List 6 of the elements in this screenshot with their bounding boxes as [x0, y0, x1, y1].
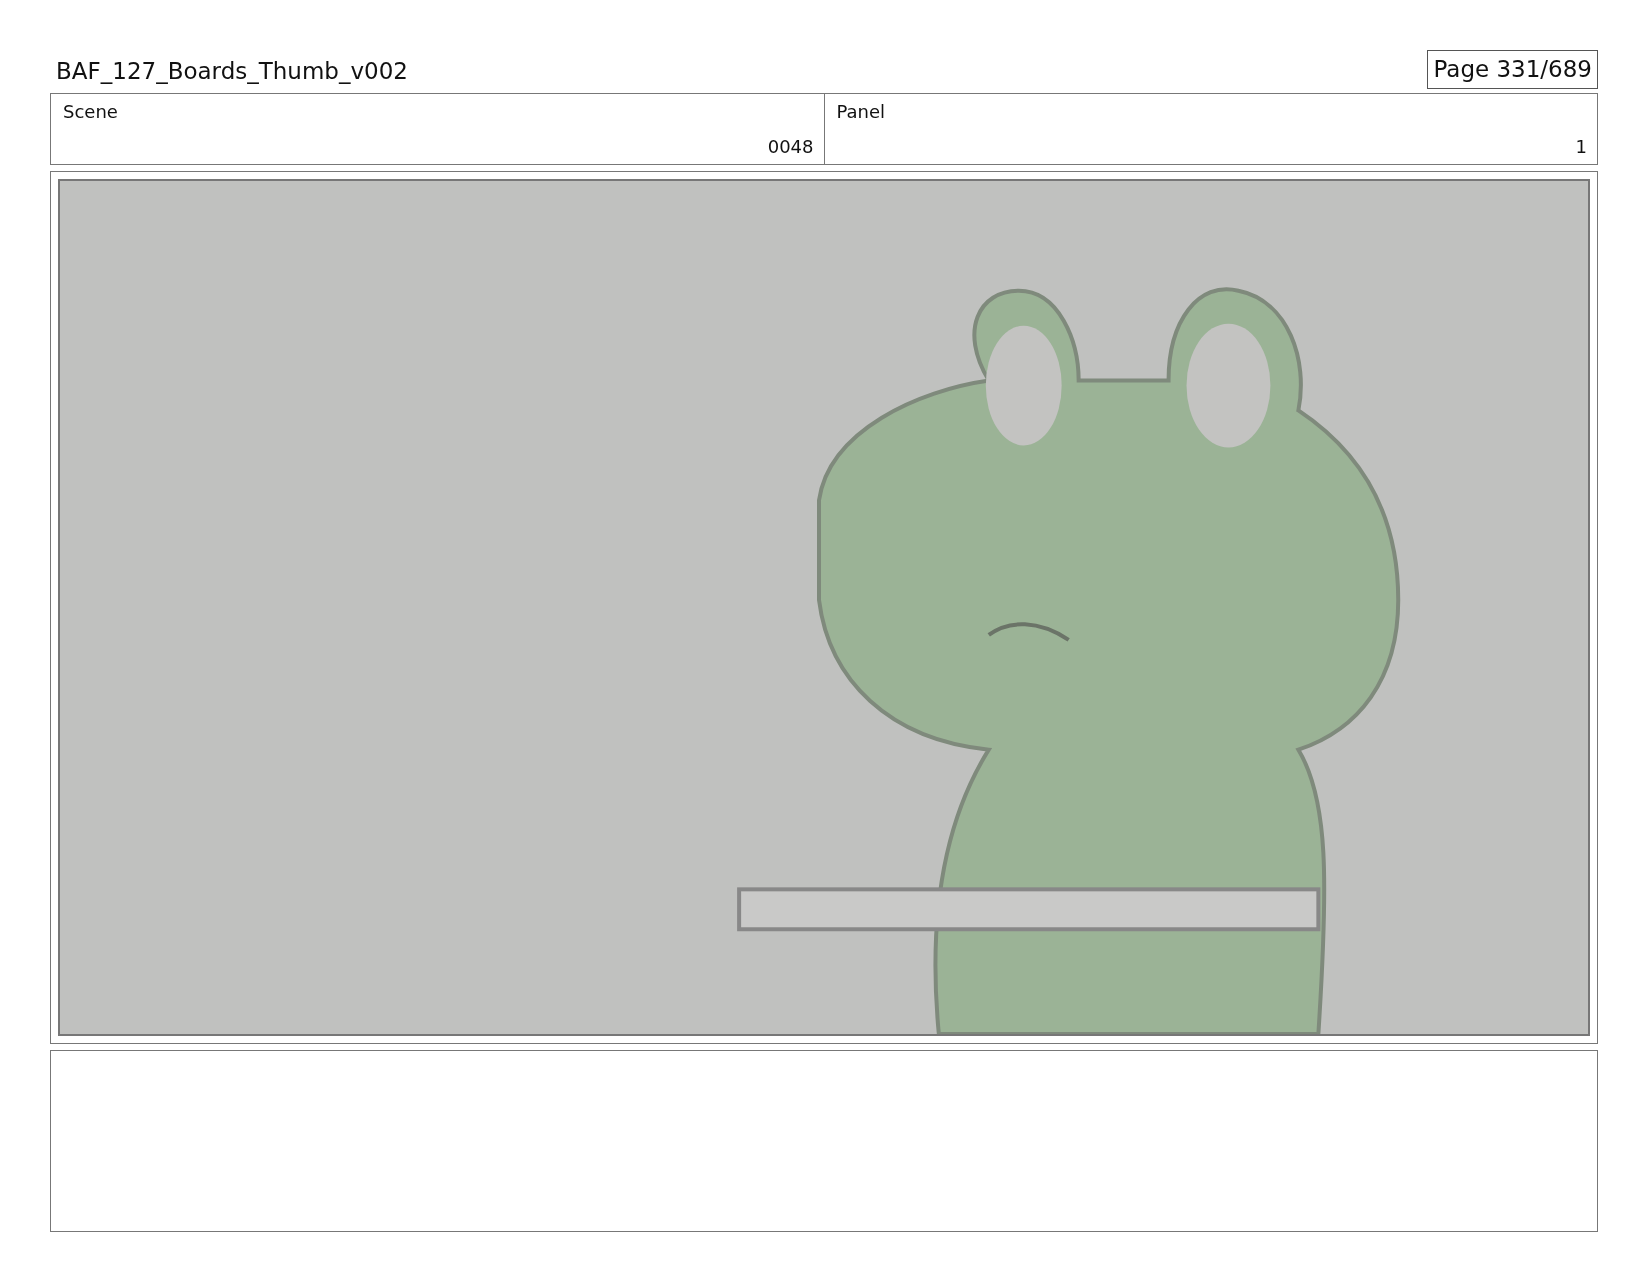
field-label: Scene	[63, 99, 119, 124]
page-number: Page 331/689	[1427, 50, 1598, 89]
field-value: 1	[1575, 134, 1587, 159]
field-label: Panel	[836, 99, 887, 124]
document-title: BAF_127_Boards_Thumb_v002	[55, 57, 408, 86]
field-value: 0048	[767, 134, 814, 159]
